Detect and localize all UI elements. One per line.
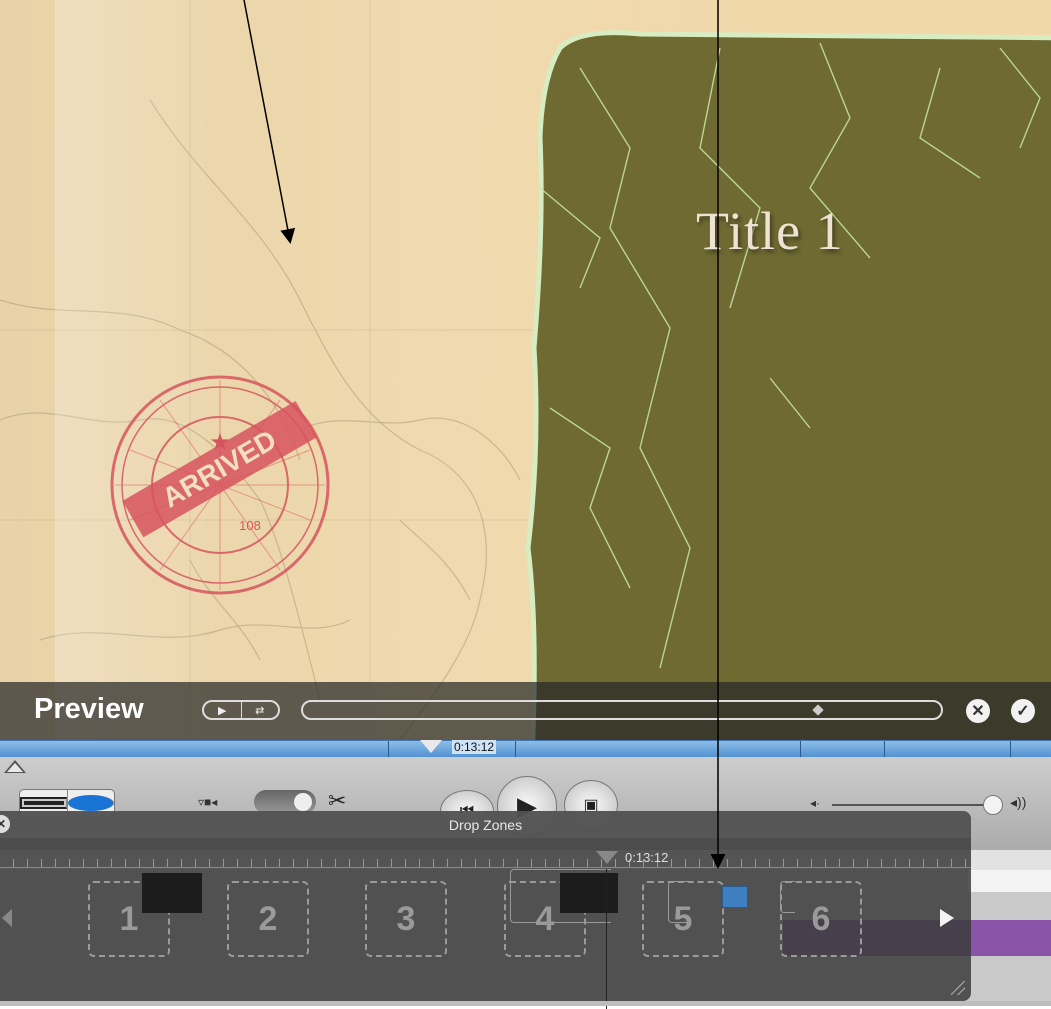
timeline-clip-light[interactable] bbox=[968, 870, 1051, 892]
arrived-stamp: ARRIVED ★ 108 bbox=[110, 375, 330, 595]
preview-label: Preview bbox=[34, 693, 144, 725]
drop-zones-panel: Drop Zones ✕ 0:13:12 1 2 3 4 5 6 bbox=[0, 811, 971, 1009]
loop-icon[interactable]: ⇄ bbox=[242, 702, 279, 718]
camera-icon[interactable]: ▿■◂ bbox=[198, 795, 217, 809]
scroll-right-icon[interactable] bbox=[940, 909, 954, 927]
playhead-line bbox=[606, 869, 607, 1009]
volume-slider[interactable] bbox=[832, 804, 992, 806]
preview-scrubber[interactable] bbox=[301, 700, 943, 720]
clip-thumbnail[interactable] bbox=[560, 873, 618, 913]
playhead-timecode: 0:13:12 bbox=[452, 740, 497, 754]
blue-clip-marker[interactable] bbox=[722, 886, 748, 908]
playhead-marker[interactable] bbox=[420, 740, 442, 753]
speaker-low-icon: ◂· bbox=[810, 796, 821, 810]
drop-zone-2[interactable]: 2 bbox=[227, 881, 309, 957]
drop-zones-playhead[interactable] bbox=[596, 851, 618, 864]
drop-zones-ruler bbox=[0, 847, 971, 868]
clip-thumbnail[interactable] bbox=[142, 873, 202, 913]
warning-icon bbox=[4, 760, 26, 773]
bottom-edge bbox=[0, 1001, 1051, 1006]
stamp-number: 108 bbox=[239, 518, 261, 533]
preview-playback-controls: ▶ ⇄ bbox=[202, 700, 280, 720]
preview-canvas: ARRIVED ★ 108 Title 1 bbox=[0, 0, 1051, 740]
drop-zones-title: Drop Zones bbox=[448, 817, 523, 833]
project-timeline-bar[interactable] bbox=[0, 740, 1051, 758]
olive-title-panel bbox=[525, 30, 1051, 740]
drop-zone-5[interactable]: 5 bbox=[642, 881, 724, 957]
speaker-high-icon: ◂)) bbox=[1010, 794, 1027, 810]
close-circle-icon[interactable]: ✕ bbox=[966, 699, 990, 723]
drop-zones-timecode: 0:13:12 bbox=[625, 850, 669, 865]
drop-zone-3[interactable]: 3 bbox=[365, 881, 447, 957]
checkmark-circle-icon[interactable]: ✓ bbox=[1011, 699, 1035, 723]
scrubber-knob[interactable] bbox=[812, 704, 824, 716]
volume-knob[interactable] bbox=[983, 795, 1003, 815]
resize-grip-icon[interactable] bbox=[951, 981, 965, 995]
drop-zone-6[interactable]: 6 bbox=[780, 881, 862, 957]
svg-text:★: ★ bbox=[209, 429, 231, 456]
slide-title: Title 1 bbox=[696, 201, 844, 261]
play-icon[interactable]: ▶ bbox=[204, 702, 242, 718]
scroll-left-icon[interactable] bbox=[2, 909, 12, 927]
